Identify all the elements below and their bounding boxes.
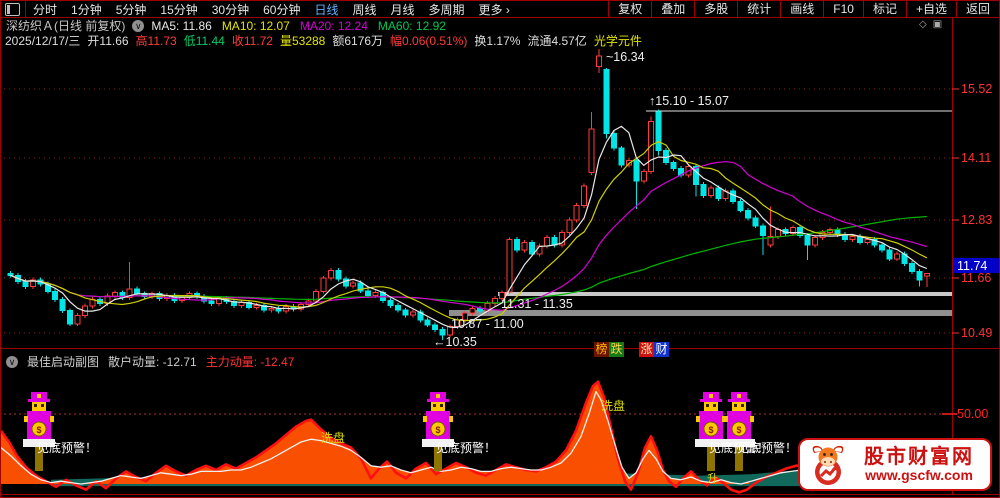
- quote-field-3: 低11.44: [183, 34, 225, 48]
- site-url[interactable]: www.gscfw.com: [865, 467, 973, 483]
- site-name[interactable]: 股市财富网: [864, 446, 974, 468]
- tdx-window: 15.52 14.11 12.83 11.66 10.49 ~16.34 ↑15.10 - …: [0, 0, 1000, 498]
- quote-field-7: 幅0.06(0.51%): [390, 34, 468, 48]
- ma-line-60: [10, 215, 927, 304]
- quote-field-1: 开11.66: [87, 34, 129, 48]
- price-axis-label: 12.83: [961, 213, 992, 227]
- panel-icon[interactable]: ▣: [933, 19, 942, 30]
- period-tab-5[interactable]: 60分钟: [256, 1, 307, 18]
- price-annotation: ↑15.10 - 15.07: [649, 94, 729, 108]
- bottom-alert-marker: $: [695, 392, 727, 471]
- bottom-alert-marker: $: [422, 392, 454, 471]
- tool-button-1[interactable]: 叠加: [651, 1, 694, 18]
- svg-text:$: $: [708, 425, 713, 435]
- sub-annotation: 洗盘: [321, 430, 345, 445]
- quick-badge-3[interactable]: 财: [654, 342, 669, 357]
- period-tab-6[interactable]: 日线: [307, 1, 345, 18]
- price-annotation: 10.87 - 11.00: [451, 317, 524, 331]
- ma-values: MA5: 11.86 MA10: 12.07 MA20: 12.24 MA60: 12…: [151, 19, 446, 33]
- sub-annotation: 见底预警！: [737, 440, 797, 455]
- price-axis-label: 15.52: [961, 82, 992, 96]
- ma-value-1: MA10: 12.07: [221, 18, 290, 33]
- period-tab-3[interactable]: 15分钟: [153, 1, 204, 18]
- watermark-text: 股市财富网 www.gscfw.com: [852, 446, 986, 483]
- tool-button-8[interactable]: 返回: [955, 1, 999, 18]
- sub-annotation: 见底预警！: [436, 440, 496, 455]
- period-tab-9[interactable]: 多周期: [422, 1, 472, 18]
- price-axis-label: 11.66: [961, 271, 991, 285]
- momentum-area: [1, 382, 749, 484]
- quote-field-0: 2025/12/17/三: [5, 34, 81, 48]
- diamond-icon[interactable]: ◇: [919, 19, 927, 30]
- pane-corner-icons: ◇ ▣: [919, 19, 942, 30]
- stock-info-row: 深纺织Ａ(日线 前复权) ∨ MA5: 11.86 MA10: 12.07 MA20…: [6, 19, 446, 34]
- price-annotation: ←10.35: [433, 335, 477, 349]
- quote-field-10: 光学元件: [593, 34, 642, 48]
- quote-field-4: 收11.72: [231, 34, 273, 48]
- main-momentum-value: 主力动量: -12.47: [205, 355, 295, 369]
- quote-field-2: 高11.73: [135, 34, 177, 48]
- quote-field-9: 流通4.57亿: [527, 34, 587, 48]
- ma-value-2: MA20: 12.24: [299, 18, 368, 33]
- tool-button-4[interactable]: 画线: [780, 1, 823, 18]
- tool-button-7[interactable]: +自选: [905, 1, 956, 18]
- quote-field-6: 额6176万: [332, 34, 384, 48]
- menubar: 分时 1分钟 5分钟 15分钟 30分钟 60分钟 日线 周线 月线 多周期 更多 › 复权 叠加 多股…: [1, 1, 999, 18]
- sub-annotation: 见底预警！: [37, 440, 97, 455]
- period-tab-2[interactable]: 5分钟: [109, 1, 154, 18]
- bull-logo-icon: [812, 445, 844, 485]
- quick-badge-0[interactable]: 榜: [594, 342, 609, 357]
- svg-text:$: $: [435, 425, 440, 435]
- price-axis-label: 10.49: [961, 326, 992, 340]
- quick-badge-2[interactable]: 涨: [639, 342, 654, 357]
- period-tab-1[interactable]: 1分钟: [64, 1, 109, 18]
- last-price-badge: 11.74: [957, 259, 987, 273]
- quote-info-row: 2025/12/17/三 开11.66 高11.73 低11.44 收11.72 量532…: [5, 32, 642, 49]
- bottom-alert-marker: $: [723, 392, 755, 471]
- watermark-box: 股市财富网 www.gscfw.com: [798, 438, 992, 491]
- retail-momentum-value: 散户动量: -12.71: [108, 355, 197, 369]
- tool-button-6[interactable]: 标记: [862, 1, 906, 18]
- chart-canvas: 15.52 14.11 12.83 11.66 10.49 ~16.34 ↑15.10 - …: [1, 17, 999, 495]
- price-annotation: 11.31 - 11.35: [501, 297, 573, 311]
- period-tab-0[interactable]: 分时: [26, 1, 64, 18]
- bottom-alert-marker: $: [23, 392, 55, 471]
- sidebar-toggle-icon[interactable]: [5, 2, 20, 16]
- tool-button-3[interactable]: 统计: [737, 1, 780, 18]
- period-menu: 分时 1分钟 5分钟 15分钟 30分钟 60分钟 日线 周线 月线 多周期 更多 ›: [26, 1, 517, 18]
- tool-button-0[interactable]: 复权: [608, 1, 651, 18]
- price-axis-label: 14.11: [961, 151, 991, 165]
- collapse-icon[interactable]: ∨: [6, 355, 18, 368]
- sub-axis-label: 50.00: [957, 407, 988, 421]
- sub-annotation: 洗盘: [601, 398, 625, 413]
- sub-annotation: 升: [707, 472, 718, 485]
- period-tab-10[interactable]: 更多 ›: [472, 1, 517, 18]
- svg-text:$: $: [736, 425, 741, 435]
- tool-menu: 复权 叠加 多股 统计 画线 F10 标记 +自选 返回: [608, 1, 999, 18]
- period-tab-8[interactable]: 月线: [384, 1, 422, 18]
- tool-button-5[interactable]: F10: [823, 1, 863, 18]
- period-tab-7[interactable]: 周线: [345, 1, 383, 18]
- quote-field-5: 量53288: [279, 34, 326, 48]
- ma-value-3: MA60: 12.92: [377, 18, 446, 33]
- chevron-down-icon[interactable]: ∨: [132, 19, 145, 32]
- quick-badge-1[interactable]: 跌: [609, 342, 624, 357]
- period-tab-4[interactable]: 30分钟: [205, 1, 256, 18]
- sub-indicator-title[interactable]: 最佳启动副图: [27, 353, 99, 370]
- quote-field-8: 换1.17%: [474, 34, 521, 48]
- ma-value-0: MA5: 11.86: [151, 18, 212, 33]
- svg-text:$: $: [36, 425, 41, 435]
- ma-line-5: [10, 125, 928, 328]
- price-annotation: ~16.34: [606, 50, 645, 64]
- tool-button-2[interactable]: 多股: [694, 1, 737, 18]
- sub-indicator-header: ∨ 最佳启动副图 散户动量: -12.71 主力动量: -12.47: [6, 353, 294, 370]
